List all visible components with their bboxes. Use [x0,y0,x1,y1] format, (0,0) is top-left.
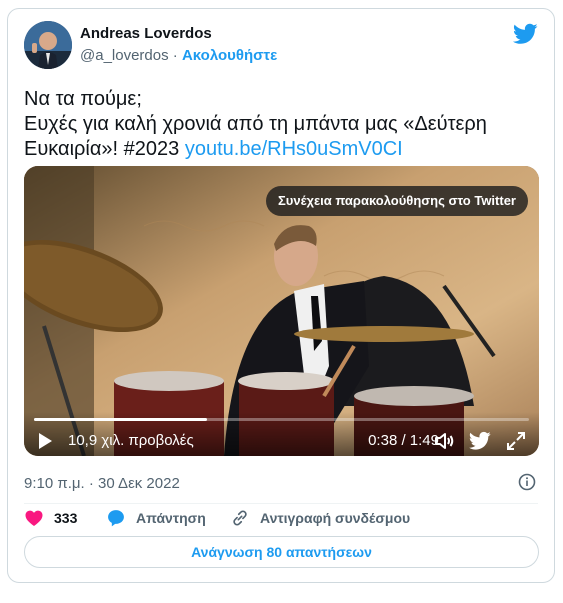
twitter-logo-icon[interactable] [469,430,491,452]
avatar-image [24,21,72,69]
author-handle[interactable]: @a_loverdos [80,47,169,64]
avatar[interactable] [24,21,72,69]
link-icon [233,510,247,526]
video-player[interactable]: Συνέχεια παρακολούθησης στο Twitter 10,9… [24,166,539,456]
info-icon[interactable] [518,473,536,491]
tweet-timestamp[interactable]: 9:10 π.μ. · 30 Δεκ 2022 [24,475,180,492]
playback-time: 0:38 / 1:49 [368,432,439,449]
follow-link[interactable]: Ακολουθήστε [182,47,277,64]
twitter-bird-icon[interactable] [513,23,538,45]
copy-link-button[interactable]: Αντιγραφή συνδέσμου [230,507,410,529]
progress-track[interactable] [34,418,529,421]
author-name[interactable]: Andreas Loverdos [80,25,212,42]
progress-fill [34,418,208,421]
tweet-line-2: Ευχές για καλή χρονιά από τη μπάντα μας … [24,113,487,135]
continue-watching-overlay[interactable]: Συνέχεια παρακολούθησης στο Twitter [266,186,528,216]
youtube-link[interactable]: youtu.be/RHs0uSmV0CI [185,138,403,160]
reply-label: Απάντηση [136,510,206,526]
read-replies-button[interactable]: Ανάγνωση 80 απαντήσεων [24,536,539,568]
separator: · [172,47,178,64]
handle-row: @a_loverdos · Ακολουθήστε [80,47,277,64]
tweet-line-3: Ευκαιρία»! #2023 youtu.be/RHs0uSmV0CI [24,137,540,162]
tweet-card: Andreas Loverdos @a_loverdos · Ακολουθήσ… [7,8,555,583]
play-icon[interactable] [36,432,54,450]
like-count: 333 [54,510,78,526]
fullscreen-icon[interactable] [505,430,527,452]
copy-link-label: Αντιγραφή συνδέσμου [260,510,411,526]
view-count: 10,9 χιλ. προβολές [68,432,194,449]
reply-button[interactable]: Απάντηση [106,507,206,529]
heart-icon [25,510,43,526]
like-button[interactable]: 333 [24,507,77,529]
divider [24,503,538,504]
tweet-line-3-text: Ευκαιρία»! #2023 [24,138,185,160]
volume-icon[interactable] [433,430,455,452]
tweet-line-1: Να τα πούμε; [24,88,142,110]
reply-bubble-icon [108,510,124,527]
tweet-text: Να τα πούμε; Ευχές για καλή χρονιά από τ… [24,87,540,162]
video-controls: 10,9 χιλ. προβολές 0:38 / 1:49 [24,412,539,456]
